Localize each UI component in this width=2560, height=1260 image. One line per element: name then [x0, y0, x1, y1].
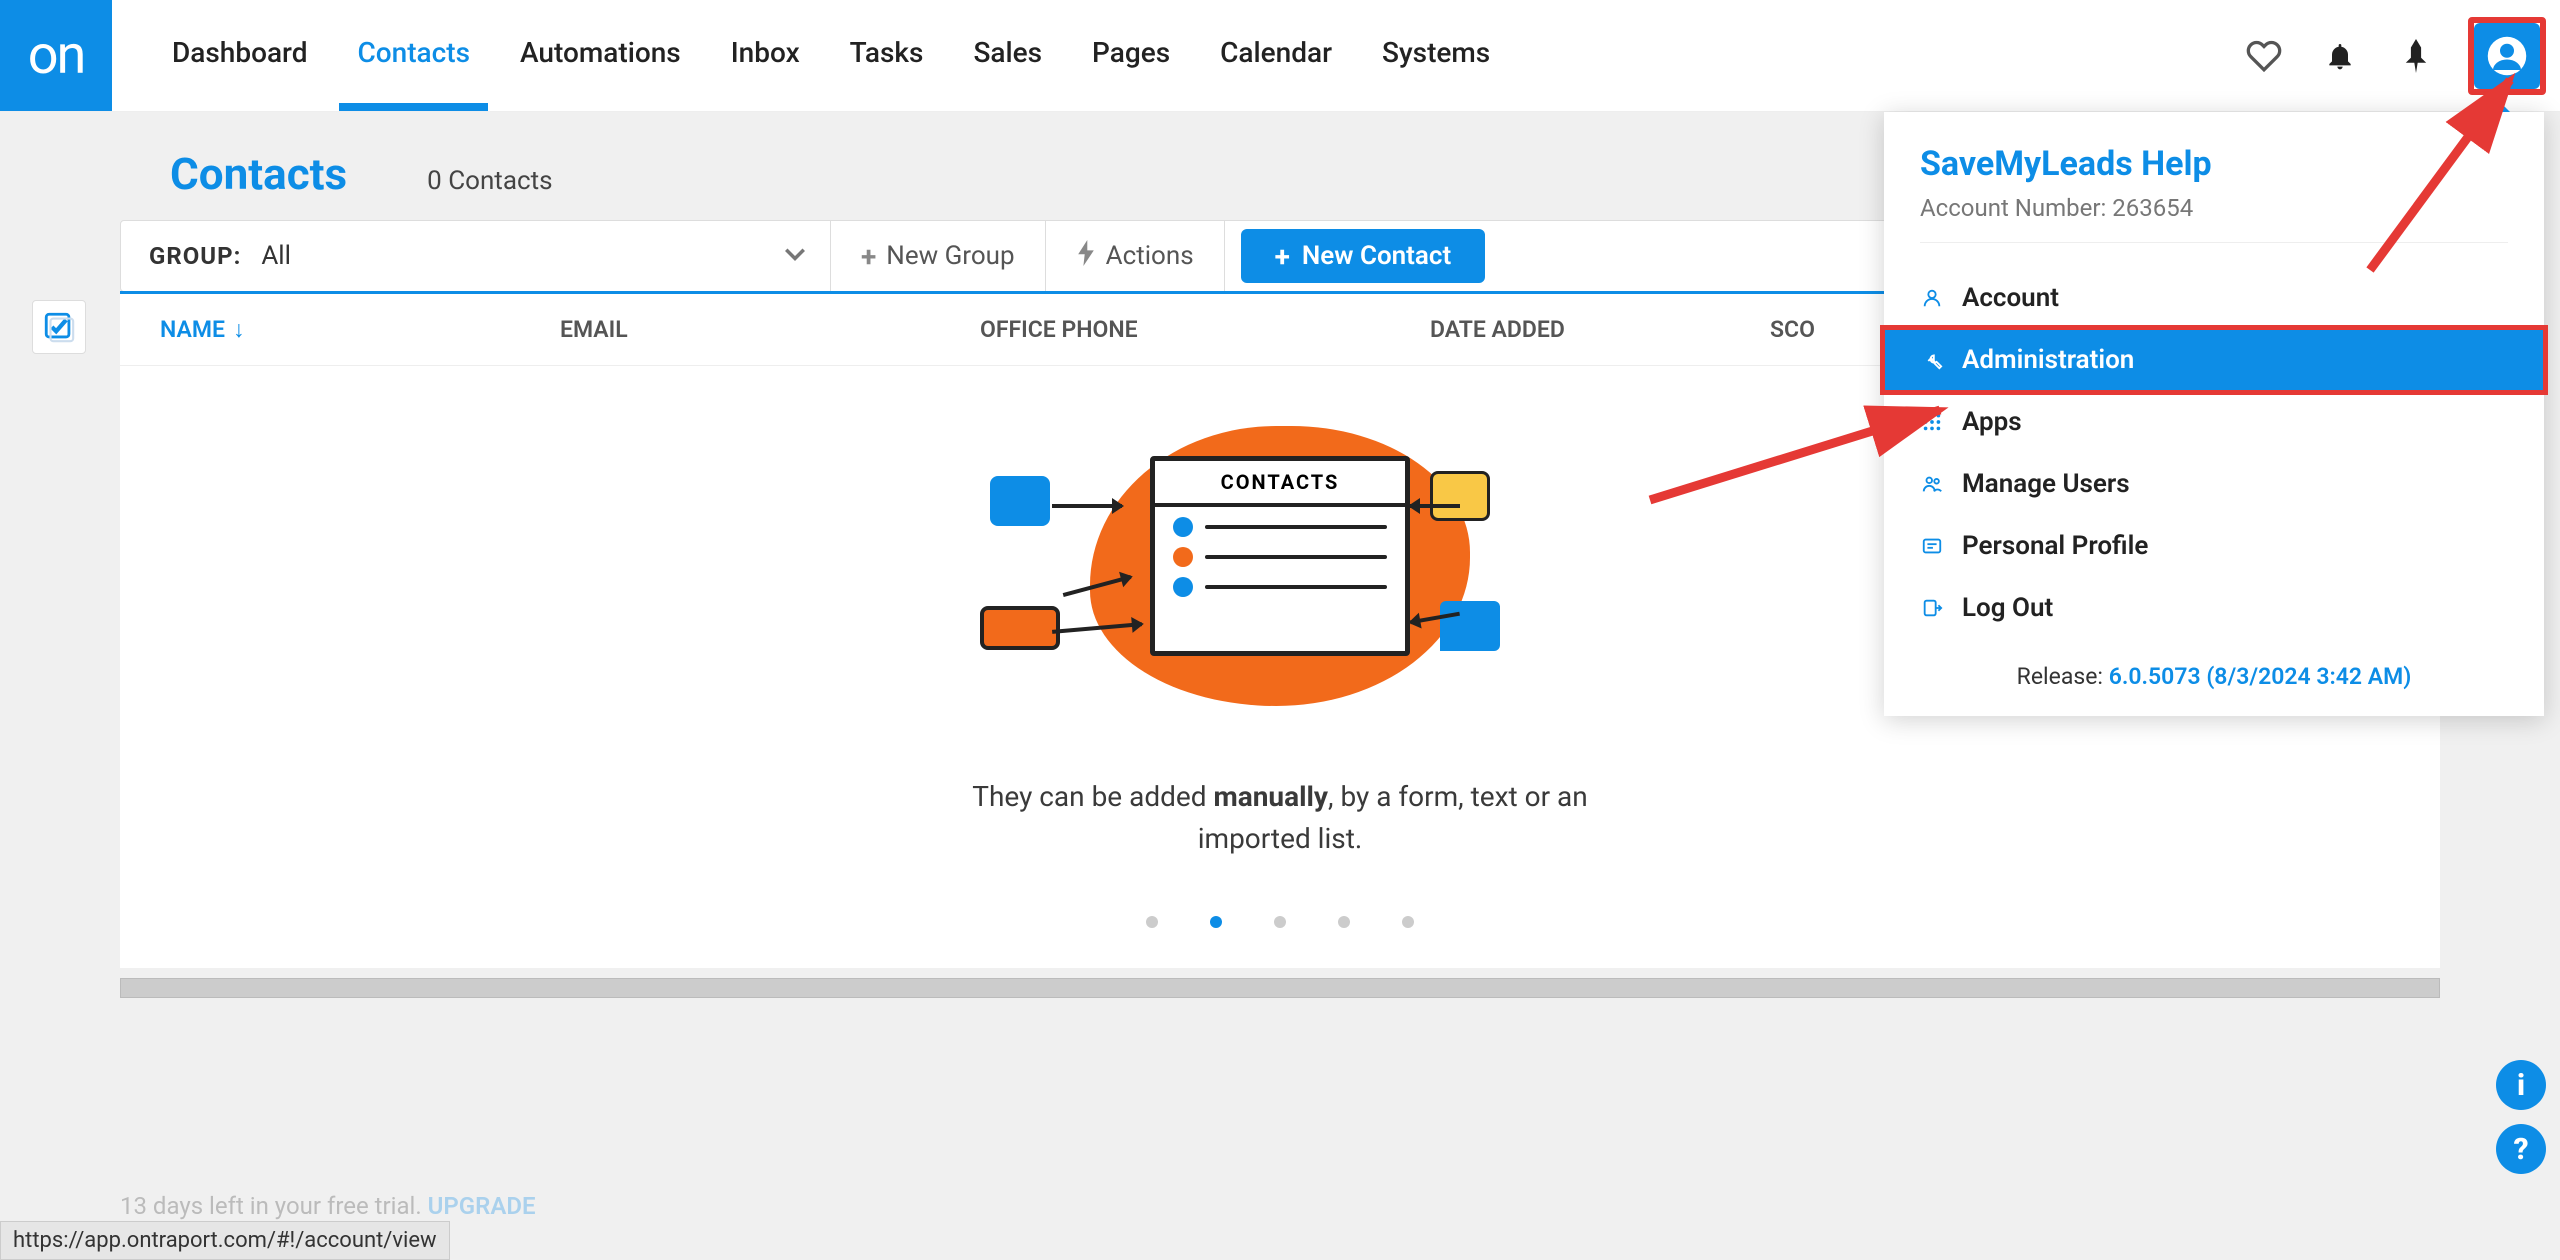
logout-icon	[1920, 596, 1944, 620]
account-dropdown: SaveMyLeads Help Account Number: 263654 …	[1884, 112, 2544, 716]
menu-administration[interactable]: Administration	[1884, 329, 2544, 391]
account-menu-button[interactable]	[2474, 23, 2540, 89]
menu-label: Administration	[1962, 345, 2134, 375]
info-button[interactable]: i	[2496, 1060, 2546, 1110]
id-card-icon	[1920, 534, 1944, 558]
heart-icon[interactable]	[2246, 38, 2282, 74]
nav-dashboard[interactable]: Dashboard	[172, 36, 307, 75]
new-contact-label: New Contact	[1302, 241, 1451, 271]
col-date[interactable]: DATE ADDED	[1430, 316, 1770, 343]
menu-personal-profile[interactable]: Personal Profile	[1884, 515, 2544, 577]
nav-contacts[interactable]: Contacts	[357, 36, 470, 75]
menu-label: Apps	[1962, 407, 2022, 437]
grid-icon	[1920, 410, 1944, 434]
nav-sales[interactable]: Sales	[973, 36, 1042, 75]
menu-apps[interactable]: Apps	[1884, 391, 2544, 453]
nav-inbox[interactable]: Inbox	[731, 36, 800, 75]
menu-label: Log Out	[1962, 593, 2053, 623]
account-number: Account Number: 263654	[1920, 194, 2508, 222]
carousel-dot[interactable]	[1210, 916, 1222, 928]
group-select[interactable]: GROUP: All	[121, 221, 831, 291]
contact-count: 0 Contacts	[427, 166, 552, 196]
nav-calendar[interactable]: Calendar	[1220, 36, 1332, 75]
dropdown-header: SaveMyLeads Help Account Number: 263654	[1920, 144, 2508, 243]
col-name[interactable]: NAME ↓	[160, 316, 560, 343]
col-score[interactable]: SCO	[1770, 316, 1890, 343]
pin-icon[interactable]	[2398, 38, 2434, 74]
help-button[interactable]: ?	[2496, 1124, 2546, 1174]
carousel-dot[interactable]	[1146, 916, 1158, 928]
carousel-dots	[120, 860, 2440, 948]
carousel-dot[interactable]	[1402, 916, 1414, 928]
logo[interactable]: on	[0, 0, 112, 111]
checklist-tab[interactable]	[32, 300, 86, 354]
menu-label: Personal Profile	[1962, 531, 2148, 561]
illus-title: CONTACTS	[1155, 461, 1405, 507]
new-group-button[interactable]: + New Group	[831, 221, 1046, 291]
nav-items: Dashboard Contacts Automations Inbox Tas…	[112, 0, 2246, 111]
nav-tasks[interactable]: Tasks	[850, 36, 924, 75]
top-nav: on Dashboard Contacts Automations Inbox …	[0, 0, 2560, 112]
menu-account[interactable]: Account	[1884, 267, 2544, 329]
nav-pages[interactable]: Pages	[1092, 36, 1170, 75]
actions-button[interactable]: Actions	[1046, 221, 1225, 291]
dropdown-title: SaveMyLeads Help	[1920, 144, 2508, 184]
plus-icon: +	[861, 240, 876, 273]
sort-arrow-icon: ↓	[233, 316, 245, 343]
users-icon	[1920, 472, 1944, 496]
carousel-dot[interactable]	[1274, 916, 1286, 928]
actions-label: Actions	[1106, 241, 1194, 271]
trial-banner: 13 days left in your free trial. UPGRADE	[120, 1192, 536, 1220]
col-email[interactable]: EMAIL	[560, 316, 980, 343]
user-icon	[1920, 286, 1944, 310]
plus-icon: +	[1275, 240, 1290, 273]
new-contact-button[interactable]: + New Contact	[1241, 229, 1486, 283]
col-name-label: NAME	[160, 316, 225, 343]
bell-icon[interactable]	[2322, 38, 2358, 74]
nav-systems[interactable]: Systems	[1382, 36, 1490, 75]
menu-logout[interactable]: Log Out	[1884, 577, 2544, 639]
chevron-down-icon	[784, 247, 806, 266]
horizontal-scrollbar[interactable]	[120, 978, 2440, 998]
menu-label: Manage Users	[1962, 469, 2130, 499]
new-group-label: New Group	[886, 241, 1014, 271]
group-value: All	[261, 241, 291, 271]
menu-manage-users[interactable]: Manage Users	[1884, 453, 2544, 515]
carousel-dot[interactable]	[1338, 916, 1350, 928]
page-title: Contacts	[170, 148, 347, 200]
release-link[interactable]: 6.0.5073 (8/3/2024 3:42 AM)	[2109, 663, 2412, 690]
empty-text: They can be added manually, by a form, t…	[930, 776, 1630, 860]
status-bar-url: https://app.ontraport.com/#!/account/vie…	[0, 1221, 450, 1260]
upgrade-link[interactable]: UPGRADE	[428, 1192, 536, 1220]
col-phone[interactable]: OFFICE PHONE	[980, 316, 1430, 343]
group-label: GROUP:	[149, 242, 241, 270]
dropdown-caret-icon	[2478, 96, 2510, 112]
nav-automations[interactable]: Automations	[520, 36, 681, 75]
empty-illustration: CONTACTS	[990, 416, 1570, 716]
wrench-icon	[1920, 348, 1944, 372]
nav-right	[2246, 0, 2560, 111]
release-info: Release: 6.0.5073 (8/3/2024 3:42 AM)	[1884, 639, 2544, 698]
menu-label: Account	[1962, 283, 2059, 313]
lightning-icon	[1076, 240, 1096, 273]
